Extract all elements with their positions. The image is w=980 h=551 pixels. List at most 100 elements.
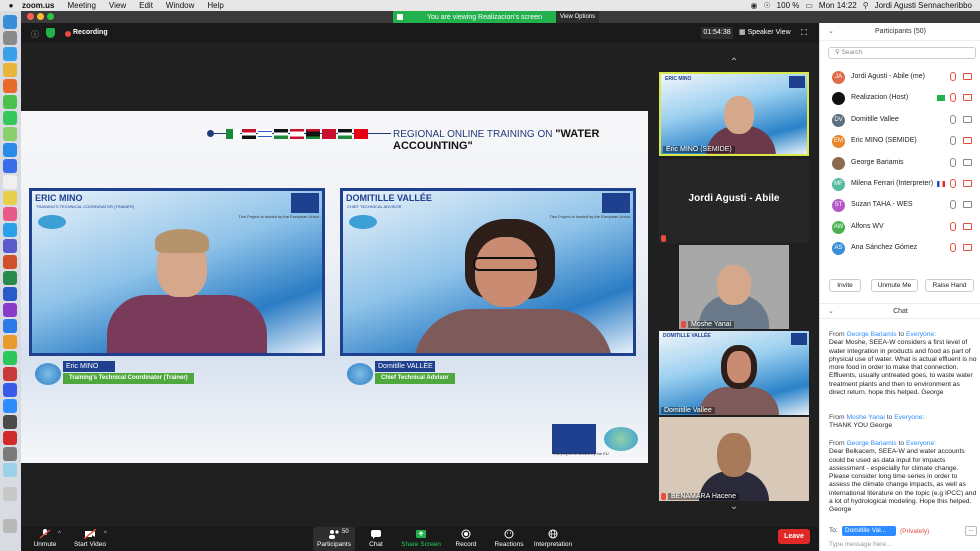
finder-icon[interactable] — [3, 15, 17, 29]
chat-sender[interactable]: Moshe Yanai — [846, 414, 884, 421]
search-icon[interactable]: ⚲ — [863, 1, 869, 10]
calendar-icon[interactable] — [3, 175, 17, 189]
video-tile[interactable]: DOMITILLE VALLÉE Domitille Vallee — [659, 331, 809, 415]
participant-search-input[interactable]: ⚲ Search — [828, 47, 976, 59]
trash-icon[interactable] — [3, 519, 17, 533]
chat-button[interactable]: Chat — [364, 527, 388, 551]
invite-button[interactable]: Invite — [829, 279, 861, 292]
scroll-up-chevron-icon[interactable]: ⌃ — [727, 58, 741, 68]
chrome-icon[interactable] — [3, 63, 17, 77]
whatsapp-icon[interactable] — [3, 111, 17, 125]
fullscreen-icon[interactable]: ⛶ — [801, 27, 811, 39]
info-icon[interactable]: ⓘ — [31, 29, 39, 40]
spotify-icon[interactable] — [3, 351, 17, 365]
chat-input[interactable]: Type message here... — [829, 541, 977, 551]
video-tile[interactable]: Moshe Yanai — [679, 245, 789, 329]
participant-row[interactable]: Realizacion (Host) — [820, 88, 980, 109]
app-icon[interactable] — [3, 463, 17, 477]
video-icon — [963, 115, 972, 123]
skype-icon[interactable] — [3, 223, 17, 237]
audio-options-chevron-icon[interactable]: ^ — [58, 531, 61, 537]
messages-icon[interactable] — [3, 127, 17, 141]
video-off-icon — [963, 244, 972, 252]
close-window-button[interactable] — [27, 13, 34, 20]
chat-recipient[interactable]: Everyone: — [906, 440, 936, 447]
menubar-clock[interactable]: Mon 14:22 — [819, 1, 857, 10]
participant-row[interactable]: AS Ana Sánchez Gómez — [820, 238, 980, 259]
safari-icon[interactable] — [3, 47, 17, 61]
speaker-view-button[interactable]: ▦ Speaker View — [739, 27, 799, 39]
menu-window[interactable]: Window — [166, 1, 194, 10]
downloads-icon[interactable] — [3, 487, 17, 501]
wifi-icon[interactable]: ◉ — [751, 1, 758, 10]
app-icon[interactable] — [3, 383, 17, 397]
screen-share-banner: You are viewing Realizacion's screen ✕ — [393, 11, 576, 23]
speaker2-plate-role: Chief Technical Advisor — [375, 373, 455, 384]
tile-name: Eric MINO (SEMIDE) — [663, 146, 735, 153]
chat-text: Dear Moshe, SEEA-W considers a first lev… — [829, 339, 977, 397]
scroll-down-chevron-icon[interactable]: ⌄ — [727, 502, 741, 512]
participant-row[interactable]: ST Suzan TAHA - WES — [820, 195, 980, 216]
word-icon[interactable] — [3, 287, 17, 301]
video-options-chevron-icon[interactable]: ^ — [104, 531, 107, 537]
tile-name: BENAMARA Hacene — [668, 493, 739, 500]
menu-view[interactable]: View — [109, 1, 126, 10]
side-panel: ⌄ Participants (50) ⚲ Search JA Jordi Agu… — [819, 23, 980, 551]
acrobat-icon[interactable] — [3, 431, 17, 445]
participant-row[interactable]: George Bariamis — [820, 153, 980, 174]
participant-row[interactable]: JA Jordi Agusti - Abile (me) — [820, 67, 980, 88]
participant-row[interactable]: MF Milena Ferrari (Interpreter) — [820, 174, 980, 195]
apple-icon[interactable]: ● — [0, 1, 22, 10]
leave-button[interactable]: Leave — [778, 529, 810, 544]
firefox-icon[interactable] — [3, 79, 17, 93]
powerpoint-icon[interactable] — [3, 255, 17, 269]
zoom-window-button[interactable] — [47, 13, 54, 20]
unmute-button[interactable]: Unmute — [31, 527, 59, 551]
app-icon[interactable] — [3, 447, 17, 461]
share-screen-button[interactable]: Share Screen — [399, 527, 443, 551]
video-tile[interactable]: BENAMARA Hacene — [659, 417, 809, 501]
menu-app-zoom[interactable]: zoom.us — [22, 1, 54, 10]
chat-recipient-select[interactable]: Domitille Val... — [842, 526, 896, 536]
encryption-shield-icon[interactable] — [46, 28, 55, 38]
minimize-window-button[interactable] — [37, 13, 44, 20]
zoom-icon[interactable] — [3, 399, 17, 413]
outlook-icon[interactable] — [3, 319, 17, 333]
chat-recipient[interactable]: Everyone: — [906, 331, 936, 338]
raise-hand-button[interactable]: Raise Hand — [925, 279, 974, 292]
illustrator-icon[interactable] — [3, 335, 17, 349]
facetime-icon[interactable] — [3, 95, 17, 109]
menubar-user[interactable]: Jordi Agusti Sennacheribbo — [875, 1, 972, 10]
chat-sender[interactable]: George Bariamis — [846, 331, 896, 338]
launchpad-icon[interactable] — [3, 31, 17, 45]
photos-icon[interactable] — [3, 207, 17, 221]
participant-row[interactable]: EM Eric MINO (SEMIDE) — [820, 131, 980, 152]
view-options-button[interactable]: View Options — [556, 11, 599, 23]
excel-icon[interactable] — [3, 271, 17, 285]
appstore-icon[interactable] — [3, 159, 17, 173]
app-icon[interactable] — [3, 415, 17, 429]
chat-sender[interactable]: George Bariamis — [846, 440, 896, 447]
notes-icon[interactable] — [3, 191, 17, 205]
record-button[interactable]: Record — [451, 527, 481, 551]
menu-meeting[interactable]: Meeting — [67, 1, 95, 10]
collapse-chevron-icon[interactable]: ⌄ — [828, 23, 834, 41]
participant-row[interactable]: DV Domitille Vallee — [820, 110, 980, 131]
participant-row[interactable]: AW Alfons WV — [820, 217, 980, 238]
bluetooth-icon[interactable]: ☉ — [764, 1, 771, 10]
chat-recipient[interactable]: Everyone: — [894, 414, 924, 421]
interpretation-button[interactable]: Interpretation — [531, 527, 575, 551]
collapse-chevron-icon[interactable]: ⌄ — [828, 304, 834, 320]
teams-icon[interactable] — [3, 239, 17, 253]
app-icon[interactable] — [3, 367, 17, 381]
mail-icon[interactable] — [3, 143, 17, 157]
unmute-me-button[interactable]: Unmute Me — [871, 279, 918, 292]
menu-edit[interactable]: Edit — [139, 1, 153, 10]
menu-help[interactable]: Help — [207, 1, 223, 10]
video-tile[interactable]: Jordi Agusti - Abile — [659, 159, 809, 243]
more-options-button[interactable]: ... — [965, 526, 977, 536]
battery-icon[interactable]: ▭ — [805, 1, 813, 10]
reactions-button[interactable]: Reactions — [491, 527, 527, 551]
onenote-icon[interactable] — [3, 303, 17, 317]
video-tile[interactable]: ERIC MINO Eric MINO (SEMIDE) — [659, 72, 809, 156]
